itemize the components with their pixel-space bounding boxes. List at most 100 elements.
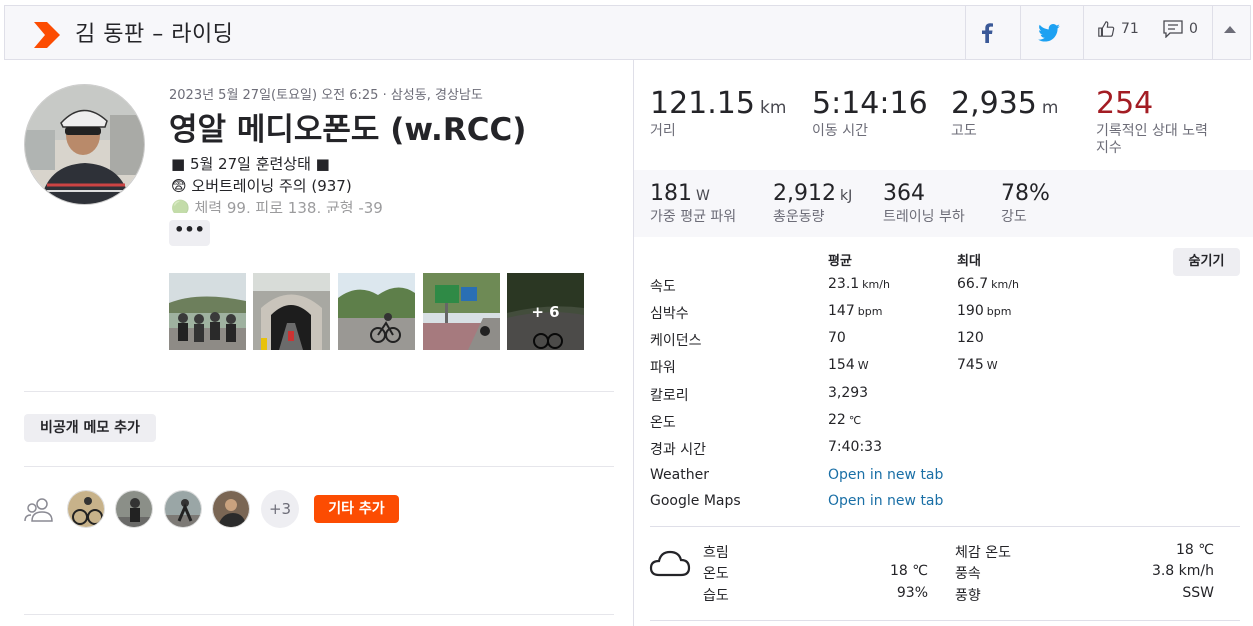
- section-divider: [24, 614, 614, 615]
- stat-label: 가중 평균 파워: [650, 209, 737, 225]
- row-max-unit: km/h: [991, 278, 1019, 291]
- detail-row-maps-link: Google Maps Open in new tab: [650, 493, 1210, 513]
- activity-title: 영알 메디오폰도 (w.RCC): [169, 112, 527, 148]
- stat-label: 강도: [1001, 209, 1027, 225]
- page-title: 김 동판 – 라이딩: [75, 22, 234, 47]
- weather-humidity-value: 93%: [896, 585, 928, 601]
- activity-photo-more[interactable]: + 6: [507, 273, 584, 350]
- description-line: ■ 5월 27일 훈련상태 ■: [171, 155, 330, 173]
- weather-open-link[interactable]: Open in new tab: [828, 467, 943, 483]
- twitter-share-button[interactable]: [1035, 19, 1063, 47]
- activity-photo[interactable]: [169, 273, 246, 350]
- detail-row-elapsed-time: 경과 시간 7:40:33: [650, 439, 1210, 459]
- activity-photo[interactable]: [253, 273, 330, 350]
- activity-photo[interactable]: [423, 273, 500, 350]
- row-label: Weather: [650, 467, 709, 483]
- facebook-icon: [982, 23, 993, 43]
- detail-row-heart-rate: 심박수 147 bpm 190 bpm: [650, 303, 1210, 323]
- stat-weighted-power: 181 W 가중 평균 파워: [650, 181, 736, 226]
- detail-row-weather-link: Weather Open in new tab: [650, 467, 1210, 487]
- comment-count: 0: [1189, 21, 1198, 37]
- row-max-unit: bpm: [986, 305, 1012, 318]
- row-label: 심박수: [650, 306, 689, 322]
- maps-open-link[interactable]: Open in new tab: [828, 493, 943, 509]
- row-avg: 147: [828, 303, 855, 319]
- participant-avatar[interactable]: [67, 490, 105, 528]
- stat-unit: W: [696, 188, 710, 204]
- activity-date-location: 2023년 5월 27일(토요일) 오전 6:25 · 삼성동, 경상남도: [169, 88, 483, 103]
- activity-photo[interactable]: [338, 273, 415, 350]
- row-avg: 154: [828, 357, 855, 373]
- stat-total-work: 2,912 kJ 총운동량: [773, 181, 852, 226]
- stat-unit: km: [759, 98, 787, 118]
- detail-row-power: 파워 154 W 745 W: [650, 357, 1210, 377]
- comments-button[interactable]: 0: [1163, 20, 1198, 38]
- activity-description: ■ 5월 27일 훈련상태 ■ 😨 오버트레이닝 주의 (937) 🟢 체력 9…: [171, 153, 431, 213]
- section-divider: [24, 391, 614, 392]
- stat-value: 121.15: [650, 86, 755, 121]
- add-private-note-button[interactable]: 비공개 메모 추가: [24, 414, 156, 442]
- row-label: 온도: [650, 415, 676, 431]
- avg-column-header: 평균: [828, 254, 852, 269]
- stat-value: 5:14:16: [812, 86, 928, 121]
- row-avg: 7:40:33: [828, 439, 882, 455]
- weather-temp-label: 온도: [703, 566, 729, 582]
- weather-feels-label: 체감 온도: [955, 545, 1011, 561]
- stat-distance: 121.15 km 거리: [650, 86, 786, 140]
- kudos-button[interactable]: 71: [1097, 20, 1139, 38]
- stat-label: 고도: [951, 123, 977, 139]
- hide-details-button[interactable]: 숨기기: [1173, 248, 1240, 276]
- weather-temp-value: 18 ℃: [890, 563, 928, 579]
- row-max: 190: [957, 303, 984, 319]
- stat-label: 트레이닝 부하: [883, 209, 965, 225]
- description-line: 😨 오버트레이닝 주의 (937): [171, 177, 352, 195]
- header-separator: [1212, 6, 1213, 59]
- stat-value: 2,935: [951, 86, 1037, 121]
- more-participants-count[interactable]: +3: [261, 490, 299, 528]
- stat-relative-effort[interactable]: 254 기록적인 상대 노력 지수: [1096, 86, 1216, 157]
- max-column-header: 최대: [957, 254, 981, 269]
- cloudy-weather-icon: [649, 550, 691, 577]
- row-max: 745: [957, 357, 984, 373]
- thumbs-up-icon: [1098, 21, 1115, 37]
- row-max-unit: W: [986, 359, 998, 372]
- athlete-photo: [25, 85, 144, 204]
- stat-moving-time: 5:14:16 이동 시간: [812, 86, 932, 140]
- stat-training-load: 364 트레이닝 부하: [883, 181, 965, 226]
- detail-row-speed: 속도 23.1 km/h 66.7 km/h: [650, 276, 1210, 296]
- detail-row-calories: 칼로리 3,293: [650, 385, 1210, 405]
- facebook-share-button[interactable]: [973, 19, 1001, 47]
- stat-label: 거리: [650, 123, 676, 139]
- stat-intensity: 78% 강도: [1001, 181, 1050, 226]
- section-divider: [24, 466, 614, 467]
- kudos-count: 71: [1121, 21, 1139, 37]
- header-separator: [1020, 6, 1021, 59]
- stat-label: 총운동량: [773, 209, 825, 225]
- row-avg: 22: [828, 412, 846, 428]
- add-others-button[interactable]: 기타 추가: [314, 495, 399, 523]
- participant-avatar[interactable]: [164, 490, 202, 528]
- athlete-avatar[interactable]: [24, 84, 145, 205]
- weather-wind-label: 풍속: [955, 566, 981, 582]
- stat-value: 181: [650, 181, 692, 206]
- column-separator: [633, 60, 634, 626]
- participant-avatar[interactable]: [212, 490, 250, 528]
- row-label: 속도: [650, 279, 676, 295]
- activity-header: 김 동판 – 라이딩 71 0: [4, 5, 1251, 60]
- comment-icon: [1163, 20, 1183, 38]
- weather-humidity-label: 습도: [703, 588, 729, 604]
- collapse-arrow-icon[interactable]: [1224, 26, 1236, 33]
- row-label: 경과 시간: [650, 442, 706, 458]
- participant-avatar[interactable]: [115, 490, 153, 528]
- row-avg: 3,293: [828, 385, 869, 401]
- row-avg: 70: [828, 330, 846, 346]
- row-avg-unit: ℃: [848, 414, 862, 427]
- twitter-icon: [1038, 24, 1060, 42]
- row-avg-unit: km/h: [862, 278, 890, 291]
- weather-feels-value: 18 ℃: [1176, 542, 1214, 558]
- more-description-button[interactable]: •••: [169, 220, 210, 246]
- detail-row-cadence: 케이던스 70 120: [650, 330, 1210, 350]
- stat-label: 이동 시간: [812, 123, 868, 139]
- header-separator: [965, 6, 966, 59]
- row-label: 케이던스: [650, 333, 702, 349]
